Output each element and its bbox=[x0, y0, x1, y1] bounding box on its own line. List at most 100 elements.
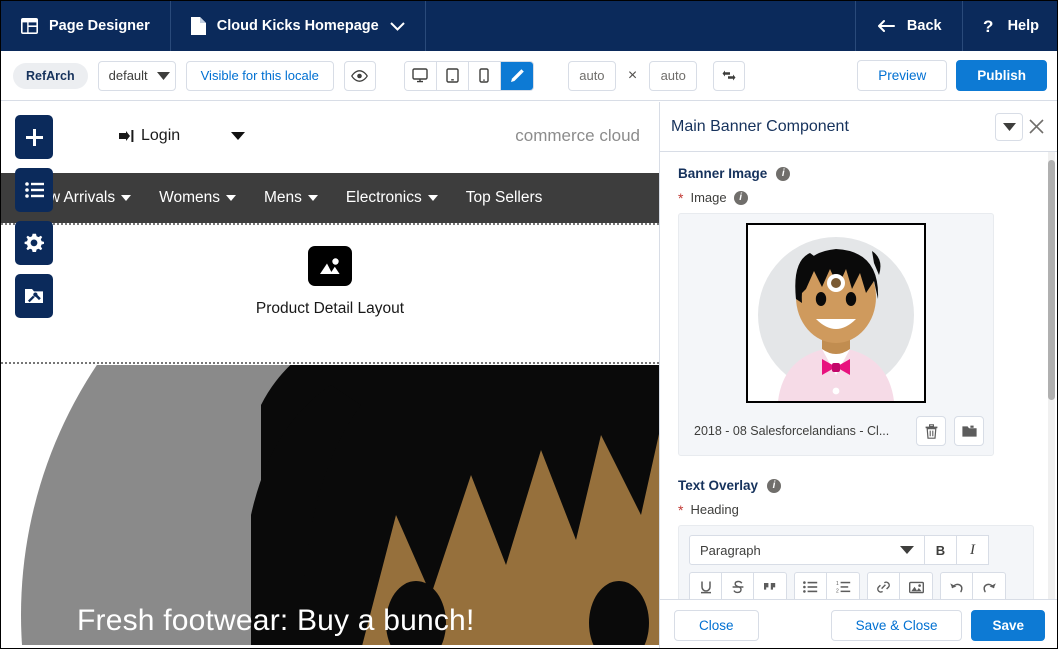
image-field-card: 2018 - 08 Salesforcelandians - Cl... bbox=[678, 213, 994, 456]
rte-group-text-styles bbox=[689, 572, 787, 599]
rotate-device-button[interactable] bbox=[713, 60, 746, 91]
redo-button[interactable] bbox=[973, 573, 1005, 599]
redo-icon bbox=[982, 582, 996, 592]
storefront-header: Login commerce cloud bbox=[1, 102, 659, 171]
field-label-heading: * Heading bbox=[678, 502, 1041, 517]
rich-text-editor: Paragraph B I 1 2 bbox=[678, 525, 1034, 599]
list-icon bbox=[24, 182, 44, 198]
storefront-navigation: New Arrivals Womens Mens Electronics Top… bbox=[1, 173, 659, 223]
rte-group-lists: 1 2 bbox=[794, 572, 860, 599]
device-edit-button[interactable] bbox=[500, 61, 533, 90]
login-link[interactable]: Login bbox=[119, 127, 180, 145]
image-file-row: 2018 - 08 Salesforcelandians - Cl... bbox=[688, 416, 984, 446]
info-icon[interactable]: i bbox=[776, 166, 791, 181]
nav-item-womens[interactable]: Womens bbox=[159, 189, 237, 207]
eye-icon bbox=[351, 69, 369, 82]
caret-icon bbox=[226, 195, 237, 201]
rte-group-insert bbox=[867, 572, 933, 599]
arrow-left-icon bbox=[876, 19, 895, 33]
required-marker: * bbox=[678, 189, 684, 206]
product-detail-layout-label: Product Detail Layout bbox=[255, 299, 405, 317]
underline-icon bbox=[700, 581, 711, 594]
numbered-list-icon: 1 2 bbox=[836, 581, 850, 593]
product-detail-layout-region[interactable]: Product Detail Layout bbox=[1, 225, 659, 338]
brand-text: commerce cloud bbox=[515, 126, 640, 145]
insert-image-button[interactable] bbox=[900, 573, 932, 599]
panel-menu-button[interactable] bbox=[995, 112, 1023, 141]
panel-footer: Close Save & Close Save bbox=[660, 599, 1057, 648]
blockquote-button[interactable] bbox=[754, 573, 786, 599]
page-tools-button[interactable] bbox=[15, 274, 53, 318]
device-desktop-button[interactable] bbox=[404, 61, 437, 90]
locale-select-value: default bbox=[108, 68, 148, 83]
section-label: Text Overlay bbox=[678, 478, 759, 493]
help-button[interactable]: ? Help bbox=[961, 1, 1057, 51]
trash-icon bbox=[925, 423, 937, 439]
insert-link-button[interactable] bbox=[868, 573, 900, 599]
save-button[interactable]: Save bbox=[971, 609, 1045, 641]
italic-button[interactable]: I bbox=[957, 535, 989, 565]
tab-cloud-kicks-homepage[interactable]: Cloud Kicks Homepage bbox=[171, 1, 426, 51]
help-label: Help bbox=[1007, 18, 1039, 34]
underline-button[interactable] bbox=[690, 573, 722, 599]
panel-close-button[interactable] bbox=[1023, 113, 1049, 141]
back-button[interactable]: Back bbox=[854, 1, 962, 51]
svg-text:1: 1 bbox=[836, 581, 839, 587]
caret-icon bbox=[427, 195, 438, 201]
delete-image-button[interactable] bbox=[916, 416, 946, 446]
strikethrough-icon bbox=[732, 580, 743, 594]
section-label: Banner Image bbox=[678, 166, 768, 181]
bulleted-list-button[interactable] bbox=[795, 573, 827, 599]
browse-image-button[interactable] bbox=[954, 416, 984, 446]
info-icon[interactable]: i bbox=[733, 190, 748, 205]
undo-button[interactable] bbox=[941, 573, 973, 599]
height-input[interactable]: auto bbox=[649, 60, 698, 91]
strikethrough-button[interactable] bbox=[722, 573, 754, 599]
save-and-close-button[interactable]: Save & Close bbox=[830, 609, 963, 641]
width-input[interactable]: auto bbox=[567, 60, 616, 91]
field-label: Image bbox=[690, 190, 727, 205]
device-mobile-button[interactable] bbox=[468, 61, 501, 90]
editor-toolbar: RefArch default Visible for this locale bbox=[1, 51, 1057, 101]
page-structure-button[interactable] bbox=[15, 168, 53, 212]
close-icon bbox=[1028, 119, 1044, 134]
nav-label: Mens bbox=[264, 189, 302, 206]
preview-button[interactable]: Preview bbox=[857, 60, 948, 91]
numbered-list-button[interactable]: 1 2 bbox=[827, 573, 859, 599]
page-settings-button[interactable] bbox=[15, 221, 53, 265]
format-select[interactable]: Paragraph bbox=[689, 535, 925, 565]
locale-select[interactable]: default bbox=[97, 60, 176, 91]
close-button[interactable]: Close bbox=[674, 609, 759, 641]
page-canvas: Login commerce cloud New Arrivals Womens… bbox=[1, 102, 659, 648]
preview-eye-button[interactable] bbox=[343, 60, 376, 91]
link-icon bbox=[877, 581, 890, 593]
device-tablet-button[interactable] bbox=[436, 61, 469, 90]
image-thumbnail[interactable] bbox=[746, 223, 926, 403]
section-title-banner-image: Banner Image i bbox=[678, 166, 1041, 181]
bold-button[interactable]: B bbox=[925, 535, 957, 565]
account-caret-icon[interactable] bbox=[231, 132, 245, 140]
login-label: Login bbox=[141, 127, 181, 144]
nav-item-electronics[interactable]: Electronics bbox=[346, 189, 438, 207]
folder-icon bbox=[961, 425, 977, 437]
panel-scrollbar-thumb[interactable] bbox=[1048, 160, 1055, 400]
login-arrow-icon bbox=[119, 129, 135, 143]
visibility-label: Visible for this locale bbox=[200, 68, 319, 83]
visibility-toggle[interactable]: Visible for this locale bbox=[185, 60, 334, 91]
nav-label: Top Sellers bbox=[465, 189, 543, 206]
main-banner-region[interactable]: Fresh footwear: Buy a bunch! bbox=[1, 365, 659, 648]
chevron-down-icon[interactable] bbox=[389, 21, 405, 31]
nav-item-mens[interactable]: Mens bbox=[264, 189, 318, 207]
document-icon bbox=[190, 17, 206, 35]
format-select-value: Paragraph bbox=[700, 542, 761, 558]
field-label: Heading bbox=[690, 502, 739, 517]
avatar-illustration bbox=[748, 225, 924, 401]
size-separator: × bbox=[627, 66, 638, 84]
info-icon[interactable]: i bbox=[767, 478, 782, 493]
nav-item-top-sellers[interactable]: Top Sellers bbox=[466, 189, 543, 207]
add-component-button[interactable] bbox=[15, 115, 53, 159]
tab-page-designer[interactable]: Page Designer bbox=[1, 1, 171, 51]
quote-icon bbox=[764, 583, 776, 590]
bold-label: B bbox=[935, 542, 946, 558]
publish-button[interactable]: Publish bbox=[956, 60, 1047, 91]
